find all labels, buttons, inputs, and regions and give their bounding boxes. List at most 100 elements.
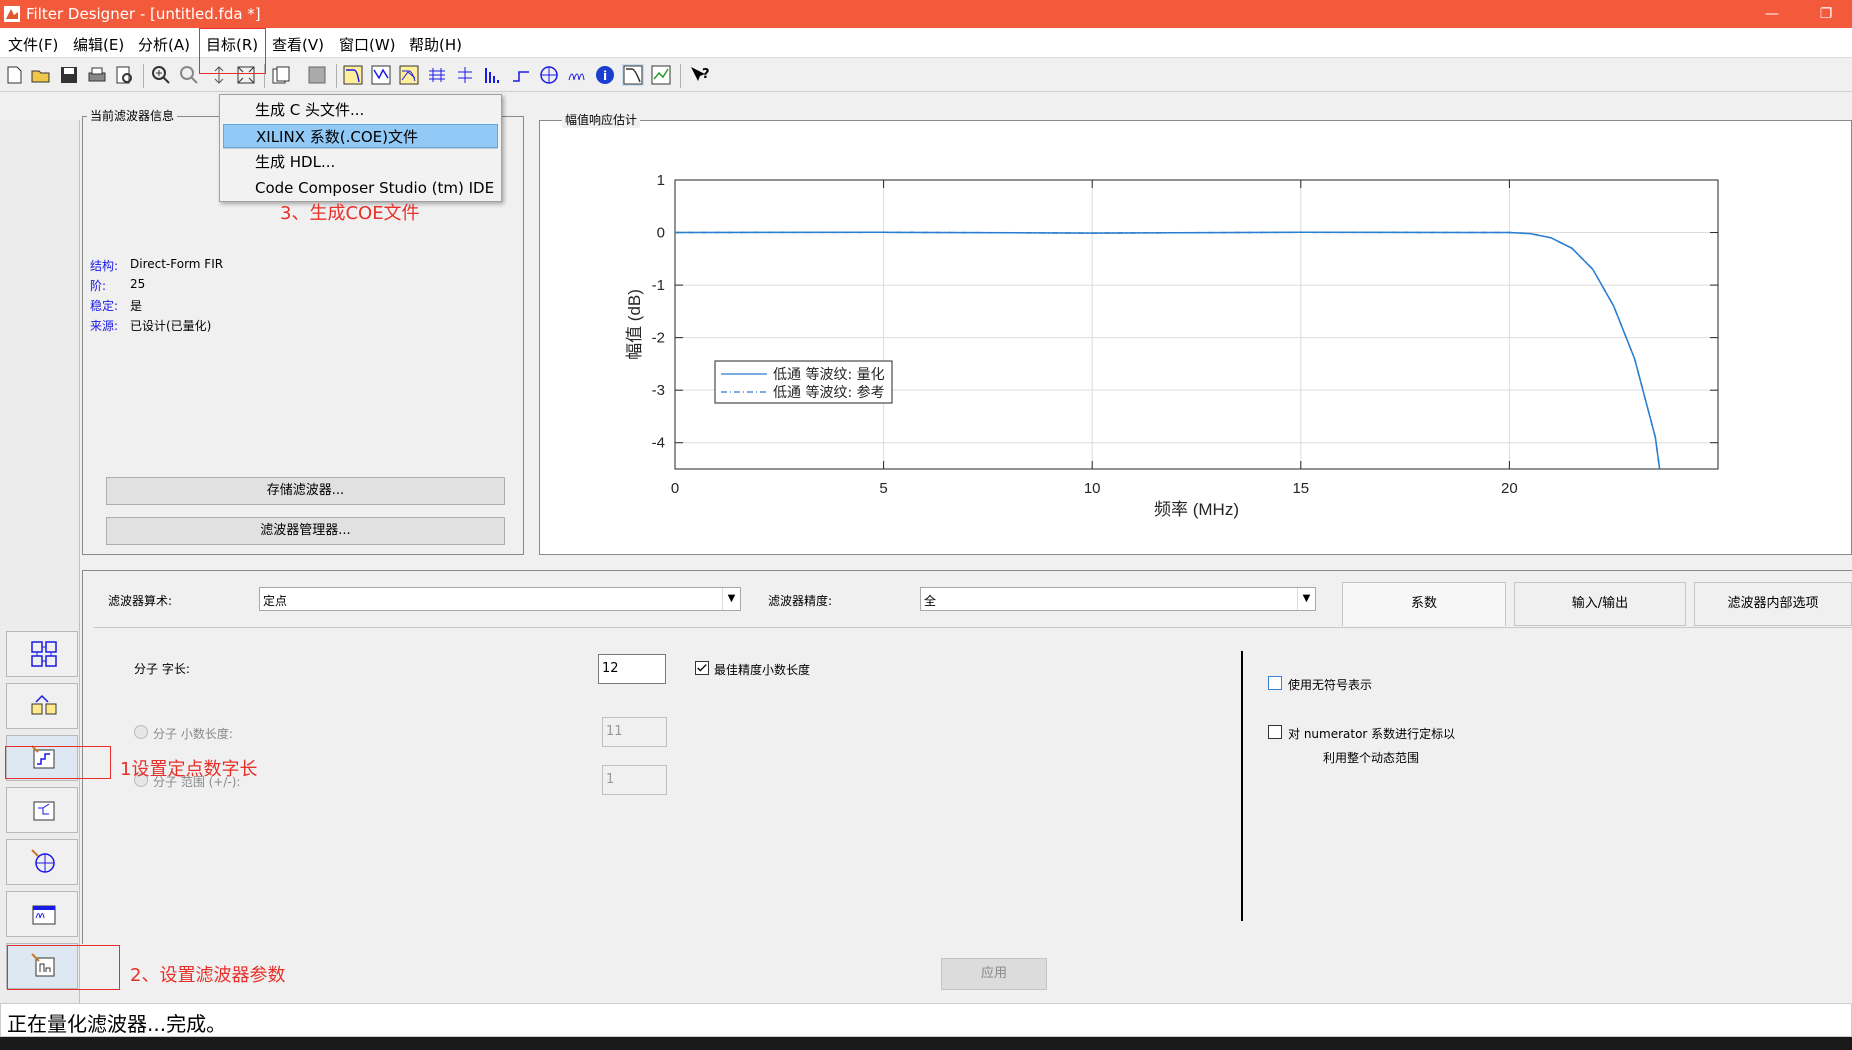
store-filter-button[interactable]: 存储滤波器... (106, 477, 505, 505)
best-precision-label: 最佳精度小数长度 (714, 663, 811, 677)
range-input[interactable]: 1 (602, 765, 667, 795)
coefficients-tab-content (94, 627, 1852, 944)
tab-input-output[interactable]: 输入/输出 (1514, 582, 1686, 626)
menu-window[interactable]: 窗口(W) (339, 34, 396, 55)
section-divider (1241, 651, 1243, 921)
zoom-out-icon[interactable] (178, 64, 200, 86)
ccs-ide-item[interactable]: Code Composer Studio (tm) IDE (223, 176, 498, 200)
magnitude-chart: 0 5 10 15 2010-1-2-3-4频率 (MHz)幅值 (dB)低通 等波纹:… (625, 172, 1719, 519)
x-tick-label: 0 (671, 480, 679, 497)
filter-coefficients-icon[interactable] (566, 64, 588, 86)
menu-file[interactable]: 文件(F) (8, 34, 58, 55)
open-icon[interactable] (30, 64, 52, 86)
best-precision-checkbox[interactable] (695, 661, 709, 675)
annotation-step-1: 1设置定点数字长 (120, 759, 258, 780)
svg-text:?: ? (702, 67, 710, 82)
pole-zero-icon[interactable] (538, 64, 560, 86)
scale-checkbox[interactable] (1268, 725, 1282, 739)
annotation-step-3: 3、生成COE文件 (280, 203, 420, 224)
new-figure-icon[interactable] (270, 64, 292, 86)
save-icon[interactable] (58, 64, 80, 86)
arith-label: 滤波器算术: (108, 594, 173, 608)
zoom-in-icon[interactable] (150, 64, 172, 86)
source-label: 来源: (90, 319, 119, 333)
numerator-wordlength-input[interactable]: 12 (598, 654, 666, 684)
realize-model-icon (33, 801, 55, 821)
print-icon[interactable] (86, 64, 108, 86)
order-value: 25 (130, 277, 146, 291)
quantized-view-icon[interactable] (622, 64, 644, 86)
step-response-icon[interactable] (510, 64, 532, 86)
svg-text:i: i (603, 69, 607, 83)
toolbar: i ? (0, 58, 1852, 92)
phase-response-icon[interactable] (370, 64, 392, 86)
phase-delay-icon[interactable] (454, 64, 476, 86)
legend-entry: 低通 等波纹: 量化 (773, 366, 885, 383)
unsigned-label: 使用无符号表示 (1288, 678, 1373, 692)
minimize-button[interactable]: — (1758, 3, 1786, 25)
filter-manager-button[interactable]: 滤波器管理器... (106, 517, 505, 545)
x-tick-label: 20 (1501, 480, 1518, 497)
menu-edit[interactable]: 编辑(E) (73, 34, 124, 55)
transform-icon (31, 694, 57, 715)
x-tick-label: 5 (879, 480, 887, 497)
toolbar-separator (336, 64, 337, 88)
annotation-box-params (7, 945, 120, 990)
mag-phase-icon[interactable] (398, 64, 420, 86)
generate-hdl-item[interactable]: 生成 HDL... (223, 150, 498, 174)
x-tick-label: 15 (1292, 480, 1309, 497)
status-bar: 正在量化滤波器...完成。 (0, 1003, 1852, 1037)
menu-divider (223, 148, 498, 149)
y-tick-label: 1 (657, 172, 665, 189)
restore-button[interactable]: ❐ (1812, 3, 1840, 25)
frac-length-radio[interactable] (134, 725, 148, 739)
numerator-wordlength-label: 分子 字长: (134, 662, 190, 676)
whats-this-help-icon[interactable]: ? (688, 64, 710, 86)
y-tick-label: -2 (652, 330, 665, 347)
y-tick-label: 0 (657, 225, 665, 242)
frac-length-input[interactable]: 11 (602, 717, 667, 747)
magnitude-estimate-icon[interactable] (650, 64, 672, 86)
sidebar-pole-zero-editor-button[interactable] (6, 839, 78, 885)
structure-value: Direct-Form FIR (130, 257, 224, 271)
y-axis-label: 幅值 (dB) (625, 289, 644, 360)
frac-length-label: 分子 小数长度: (153, 727, 233, 741)
filter-info-title: 当前滤波器信息 (87, 107, 178, 124)
sidebar-multirate-button[interactable] (6, 891, 78, 937)
print-preview-icon[interactable] (113, 64, 135, 86)
tab-filter-internals[interactable]: 滤波器内部选项 (1694, 582, 1852, 626)
sidebar-design-filter-button[interactable] (6, 631, 78, 677)
unsigned-checkbox[interactable] (1268, 676, 1282, 690)
group-delay-icon[interactable] (426, 64, 448, 86)
annotation-box-quantization (5, 746, 111, 779)
toolbar-separator (680, 64, 681, 88)
precision-select[interactable]: 全 ▼ (920, 587, 1316, 611)
title-bar: Filter Designer - [untitled.fda *] — ❐ (0, 0, 1852, 28)
menu-view[interactable]: 查看(V) (272, 34, 324, 55)
arith-select[interactable]: 定点 ▼ (259, 587, 741, 611)
structure-label: 结构: (90, 259, 119, 273)
new-icon[interactable] (3, 64, 25, 86)
taskbar-strip (0, 1037, 1852, 1050)
apply-button[interactable]: 应用 (941, 958, 1047, 990)
menu-help[interactable]: 帮助(H) (409, 34, 462, 55)
toolbar-separator (143, 64, 144, 88)
scale-label-1: 对 numerator 系数进行定标以 (1288, 727, 1456, 741)
matlab-icon (4, 6, 20, 22)
arith-select-value: 定点 (263, 594, 288, 608)
magnitude-response-icon[interactable] (342, 64, 364, 86)
sidebar-realize-model-button[interactable] (6, 787, 78, 833)
annotation-step-2: 2、设置滤波器参数 (130, 965, 286, 986)
generate-c-header-item[interactable]: 生成 C 头文件... (223, 98, 498, 122)
sidebar-transform-button[interactable] (6, 683, 78, 729)
target-dropdown-menu: 生成 C 头文件... XILINX 系数(.COE)文件 生成 HDL... … (219, 94, 502, 202)
order-label: 阶: (90, 279, 107, 293)
xilinx-coe-item[interactable]: XILINX 系数(.COE)文件 (223, 124, 498, 148)
legend-entry: 低通 等波纹: 参考 (773, 384, 885, 401)
precision-select-value: 全 (924, 594, 937, 608)
filter-info-icon[interactable]: i (594, 64, 616, 86)
menu-analysis[interactable]: 分析(A) (138, 34, 190, 55)
tab-coefficients[interactable]: 系数 (1342, 582, 1506, 626)
design-icon[interactable] (306, 64, 328, 86)
impulse-response-icon[interactable] (482, 64, 504, 86)
